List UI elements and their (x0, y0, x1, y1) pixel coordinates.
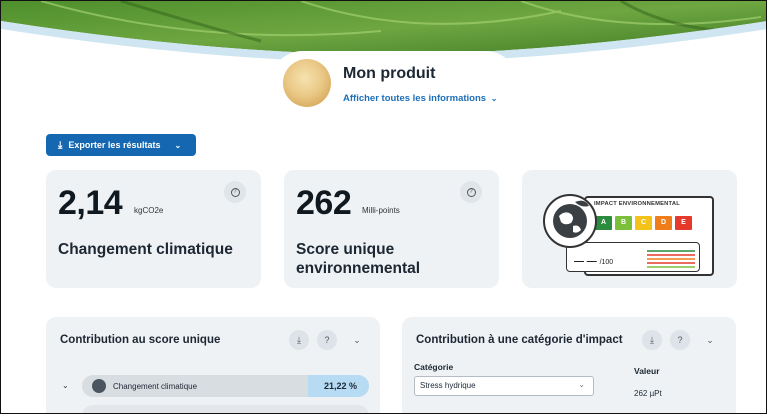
single-score-unit: Milli-points (362, 206, 400, 215)
download-icon[interactable]: ⤓ (289, 330, 309, 350)
help-icon[interactable]: ? (460, 181, 482, 203)
panel-title: Contribution au score unique (60, 334, 221, 346)
value-label: Valeur (634, 366, 660, 376)
eco-score-text: — — /100 (574, 256, 613, 267)
help-icon[interactable]: ? (317, 330, 337, 350)
eco-label-title: IMPACT ENVIRONNEMENTAL (594, 201, 680, 207)
single-score-label: Score unique environnemental (296, 241, 421, 277)
download-icon: ⤓ (58, 139, 63, 151)
chevron-down-icon: ⌄ (578, 380, 585, 389)
chevron-down-icon: ⌄ (490, 94, 498, 103)
contribution-category-panel: Contribution à une catégorie d'impact ⤓ … (402, 317, 736, 413)
help-icon[interactable]: ? (224, 181, 246, 203)
chevron-down-icon[interactable]: ⌄ (347, 330, 367, 350)
single-score-value: 262 (296, 184, 352, 222)
product-image (283, 59, 331, 107)
row-label: Changement climatique (113, 382, 198, 391)
chevron-down-icon: ⌄ (174, 140, 182, 150)
grade-c: C (635, 216, 652, 230)
category-select-value: Stress hydrique (420, 381, 476, 390)
value-text: 262 µPt (634, 389, 662, 398)
show-all-info-label: Afficher toutes les informations (343, 93, 487, 104)
download-icon[interactable]: ⤓ (642, 330, 662, 350)
eco-score-value: — — (574, 256, 597, 267)
contribution-row[interactable] (82, 405, 369, 413)
panel-title: Contribution à une catégorie d'impact (416, 334, 623, 346)
climate-value: 2,14 (58, 184, 123, 222)
single-score-card: 262 Milli-points ? Score unique environn… (284, 170, 499, 288)
eco-label-card: IMPACT ENVIRONNEMENTAL A B C D E — — /10… (522, 170, 737, 288)
chevron-down-icon[interactable]: ⌄ (62, 381, 69, 390)
help-icon[interactable]: ? (670, 330, 690, 350)
climate-change-card: 2,14 kgCO2e ? Changement climatique (46, 170, 261, 288)
contribution-single-score-panel: Contribution au score unique ⤓ ? ⌄ ⌄ Cha… (46, 317, 380, 413)
grade-e: E (675, 216, 692, 230)
climate-label: Changement climatique (58, 241, 233, 258)
climate-unit: kgCO2e (134, 206, 164, 215)
export-results-button[interactable]: ⤓ Exporter les résultats ⌄ (46, 134, 196, 156)
category-label: Catégorie (414, 362, 454, 372)
globe-icon (543, 194, 597, 248)
grade-a: A (595, 216, 612, 230)
row-percent: 21,22 % (324, 381, 358, 391)
globe-icon (92, 379, 106, 393)
eco-score-suffix: /100 (599, 259, 614, 266)
grade-d: D (655, 216, 672, 230)
product-title: Mon produit (343, 65, 436, 82)
show-all-info-link[interactable]: Afficher toutes les informations ⌄ (343, 93, 497, 104)
export-results-label: Exporter les résultats (68, 140, 161, 150)
category-select[interactable]: Stress hydrique ⌄ (414, 376, 594, 396)
chevron-down-icon[interactable]: ⌄ (700, 330, 720, 350)
grade-b: B (615, 216, 632, 230)
app-frame: Mon produit Afficher toutes les informat… (0, 0, 767, 414)
